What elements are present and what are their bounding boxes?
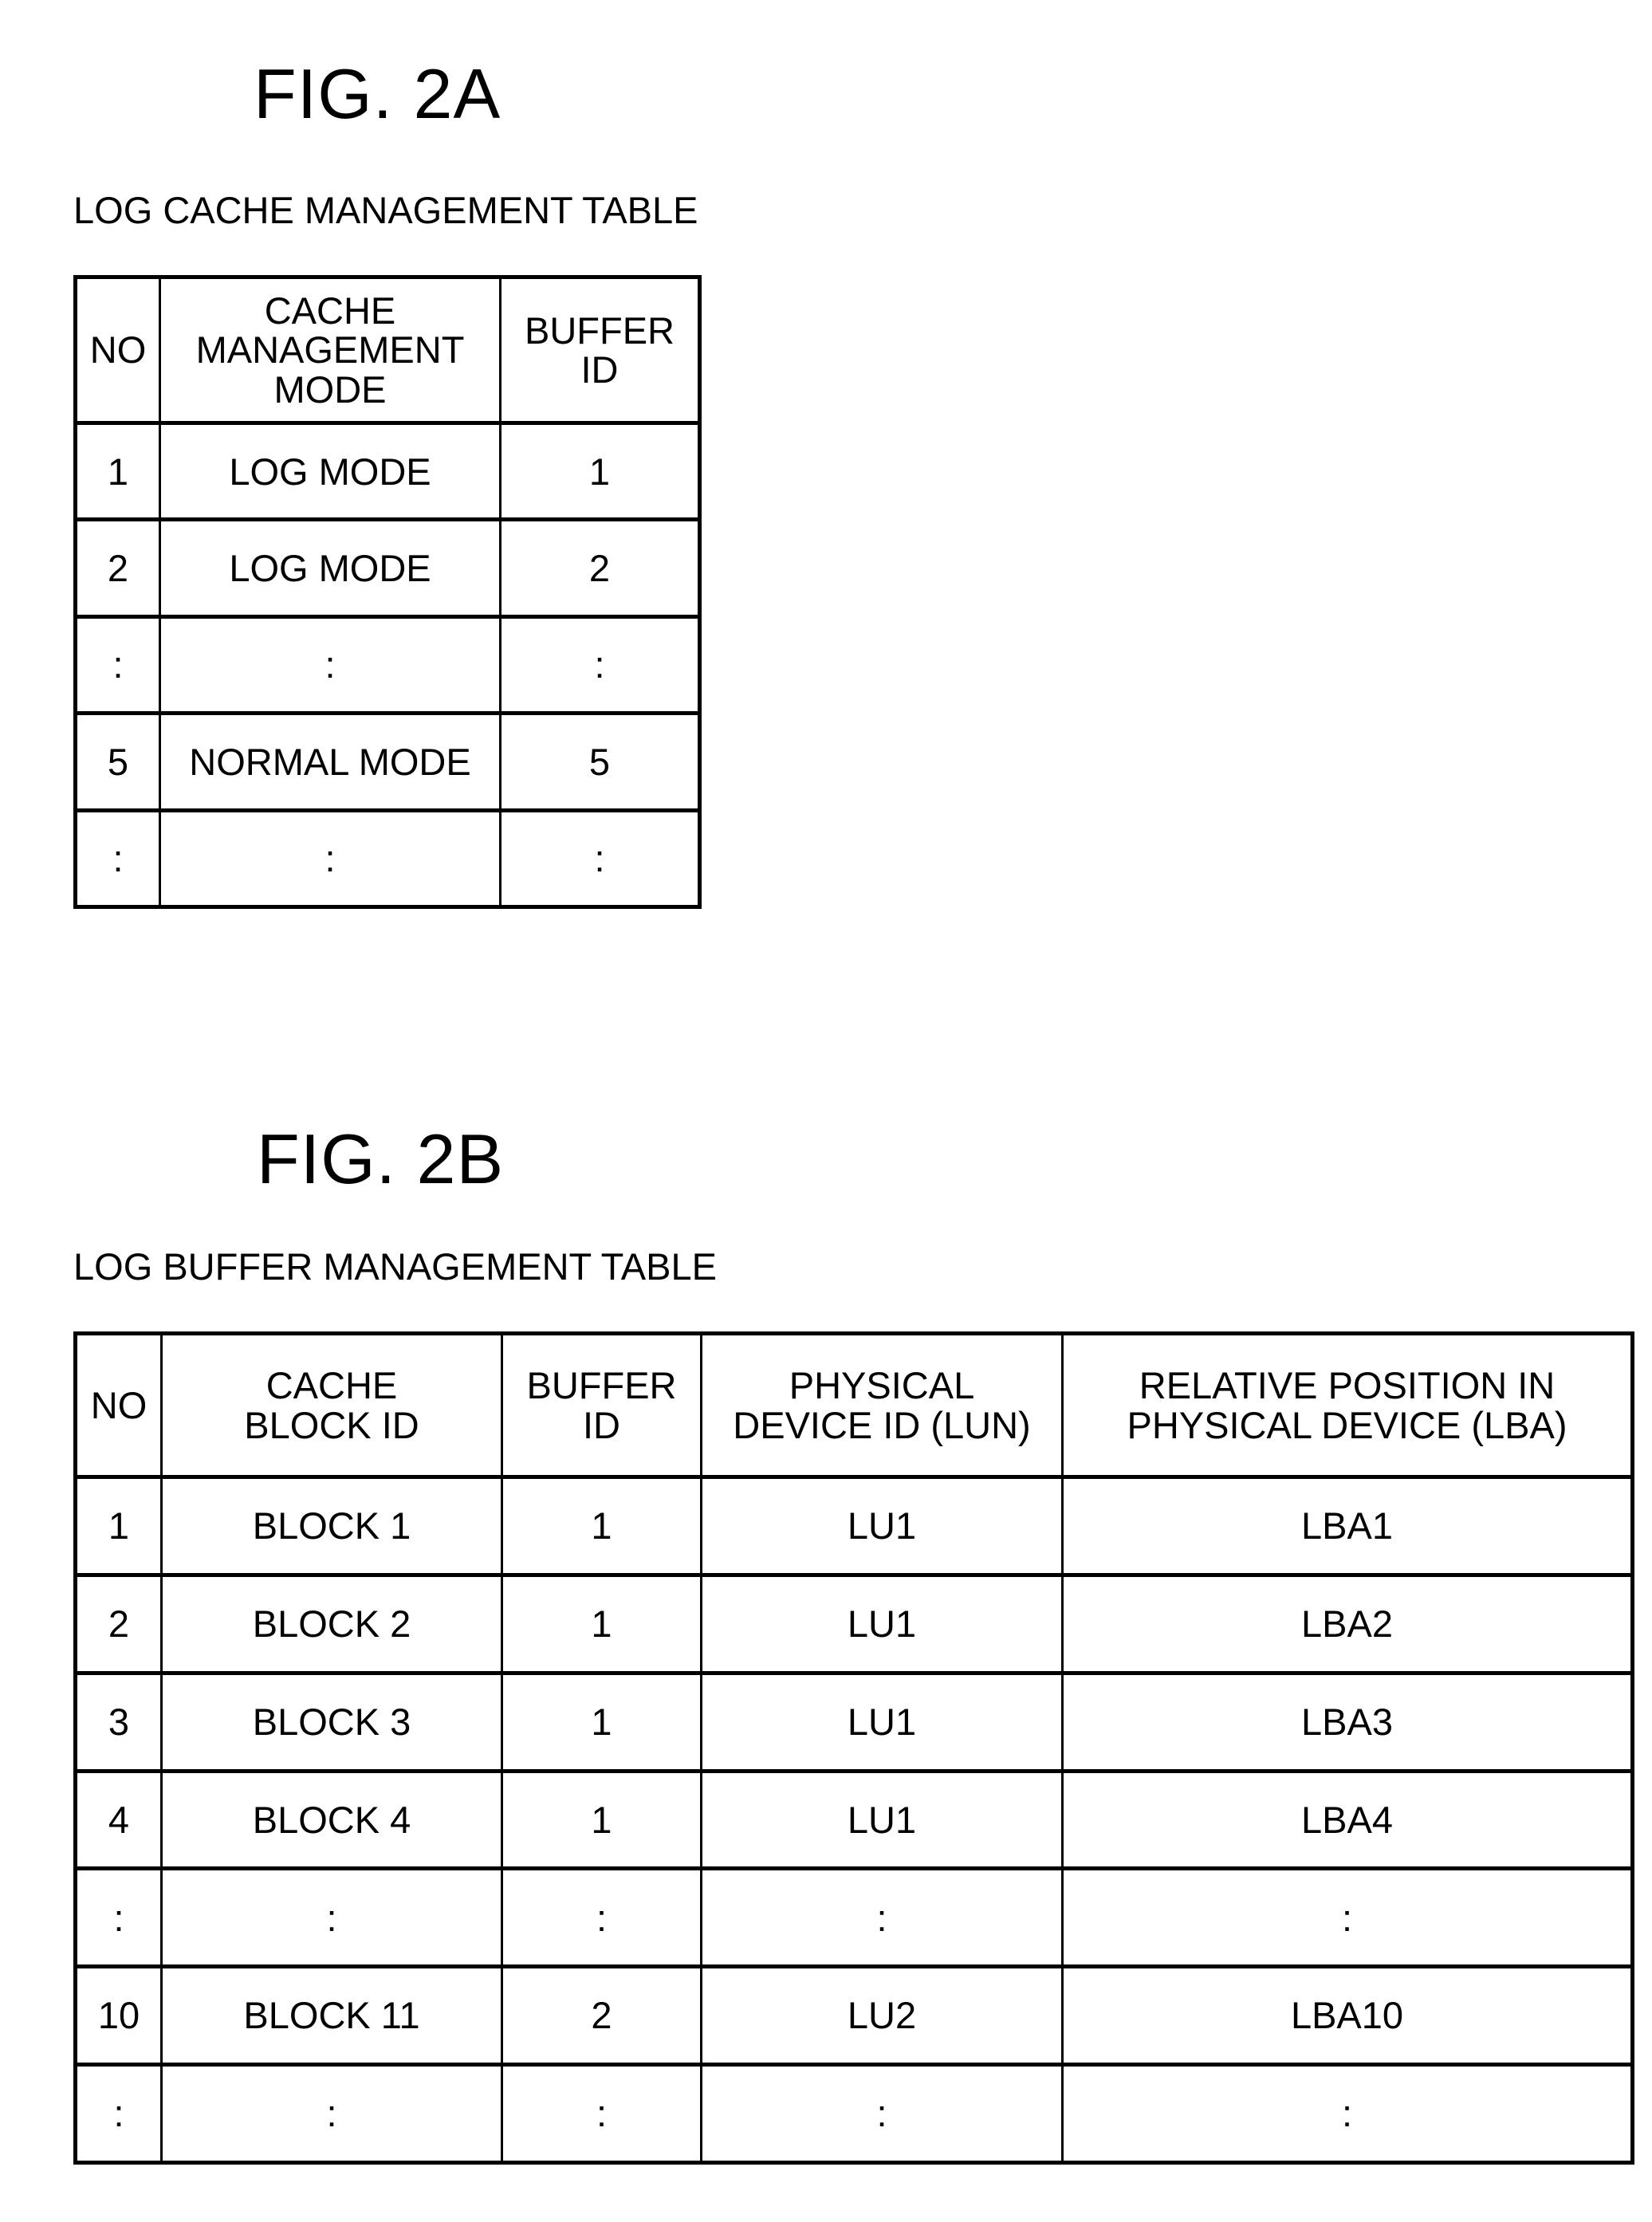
cell-no: 3 <box>74 1670 163 1772</box>
cell-buffer-id: : <box>501 1866 702 1968</box>
log-cache-management-table: NO CACHE MANAGEMENT MODE BUFFER ID 1 LOG MODE 1… <box>73 275 702 909</box>
figure-2a-title: FIG. 2A <box>254 54 502 133</box>
cell-cache-management-mode: LOG MODE <box>159 420 502 521</box>
cell-buffer-id: 1 <box>501 1768 702 1870</box>
cell-cache-management-mode: : <box>159 614 502 715</box>
table-row: 2 LOG MODE 2 <box>74 517 701 618</box>
header-no: NO <box>74 276 161 425</box>
header-cache-block-id-line: BLOCK ID <box>244 1403 419 1446</box>
cell-physical-device-id: LU1 <box>700 1768 1064 1870</box>
cell-no: 2 <box>74 1572 163 1674</box>
table-row: 2 BLOCK 2 1 LU1 LBA2 <box>74 1572 1634 1674</box>
header-physical-device-id-line: PHYSICAL <box>789 1364 975 1407</box>
table-row: ::: <box>74 614 701 715</box>
header-no-line: NO <box>89 328 147 372</box>
cell-no: 1 <box>74 1475 163 1576</box>
table-row: ::::: <box>74 2063 1634 2164</box>
cell-physical-device-id: LU2 <box>700 1964 1064 2067</box>
cell-no: : <box>74 2063 163 2164</box>
cell-cache-block-id: BLOCK 11 <box>160 1964 503 2067</box>
cell-cache-management-mode: NORMAL MODE <box>159 711 502 812</box>
header-relative-position-lba: RELATIVE POSITION IN PHYSICAL DEVICE (LBA… <box>1061 1332 1634 1479</box>
header-buffer-id-line: BUFFER <box>525 309 675 352</box>
cell-no: 10 <box>74 1964 163 2067</box>
table-row: 1 LOG MODE 1 <box>74 420 701 521</box>
cell-relative-position-lba: LBA1 <box>1061 1475 1634 1576</box>
cell-relative-position-lba: LBA2 <box>1061 1572 1634 1674</box>
table-row: ::: <box>74 808 701 909</box>
header-no: NO <box>74 1332 163 1479</box>
cell-no: 5 <box>74 711 161 812</box>
cell-cache-block-id: : <box>160 2063 503 2164</box>
cell-cache-management-mode: : <box>159 808 502 909</box>
header-buffer-id: BUFFER ID <box>501 1332 702 1479</box>
cell-cache-block-id: BLOCK 3 <box>160 1670 503 1772</box>
cell-no: : <box>74 614 161 715</box>
cell-relative-position-lba: LBA3 <box>1061 1670 1634 1772</box>
cell-physical-device-id: : <box>700 2063 1064 2164</box>
cell-buffer-id: : <box>499 614 701 715</box>
header-cache-block-id-line: CACHE <box>266 1364 398 1407</box>
header-cache-management-mode: CACHE MANAGEMENT MODE <box>159 276 502 425</box>
log-buffer-management-table: NO CACHE BLOCK ID BUFFER ID PHYSICAL DEVICE ID… <box>73 1331 1634 2165</box>
cell-buffer-id: : <box>501 2063 702 2164</box>
cell-relative-position-lba: : <box>1061 2063 1634 2164</box>
table-row: 4 BLOCK 4 1 LU1 LBA4 <box>74 1768 1634 1870</box>
header-buffer-id-line: BUFFER <box>526 1364 677 1407</box>
header-buffer-id-line: ID <box>583 1403 620 1446</box>
figure-2b-title: FIG. 2B <box>257 1119 505 1198</box>
cell-no: 1 <box>74 420 161 521</box>
cell-cache-block-id: BLOCK 2 <box>160 1572 503 1674</box>
cell-relative-position-lba: LBA10 <box>1061 1964 1634 2067</box>
header-relative-position-lba-line: RELATIVE POSITION IN <box>1139 1364 1556 1407</box>
header-cache-management-mode-line: MANAGEMENT <box>195 328 465 372</box>
cell-buffer-id: 2 <box>499 517 701 618</box>
cell-cache-block-id: BLOCK 1 <box>160 1475 503 1576</box>
table-row: 3 BLOCK 3 1 LU1 LBA3 <box>74 1670 1634 1772</box>
header-cache-management-mode-line: CACHE <box>264 289 396 332</box>
cell-no: 4 <box>74 1768 163 1870</box>
log-buffer-management-table-caption: LOG BUFFER MANAGEMENT TABLE <box>73 1245 717 1288</box>
cell-cache-block-id: BLOCK 4 <box>160 1768 503 1870</box>
table-header-row: NO CACHE MANAGEMENT MODE BUFFER ID <box>74 276 701 425</box>
cell-buffer-id: 1 <box>501 1670 702 1772</box>
cell-cache-block-id: : <box>160 1866 503 1968</box>
cell-physical-device-id: LU1 <box>700 1670 1064 1772</box>
header-cache-management-mode-line: MODE <box>273 368 387 411</box>
cell-buffer-id: 1 <box>499 420 701 521</box>
header-buffer-id-line: ID <box>580 348 619 391</box>
header-physical-device-id: PHYSICAL DEVICE ID (LUN) <box>700 1332 1064 1479</box>
table-row: 1 BLOCK 1 1 LU1 LBA1 <box>74 1475 1634 1576</box>
table-row: 5 NORMAL MODE 5 <box>74 711 701 812</box>
header-buffer-id: BUFFER ID <box>499 276 701 425</box>
cell-no: 2 <box>74 517 161 618</box>
table-header-row: NO CACHE BLOCK ID BUFFER ID PHYSICAL DEVICE ID… <box>74 1332 1634 1479</box>
cell-buffer-id: : <box>499 808 701 909</box>
cell-relative-position-lba: LBA4 <box>1061 1768 1634 1870</box>
header-physical-device-id-line: DEVICE ID (LUN) <box>733 1403 1031 1446</box>
cell-no: : <box>74 808 161 909</box>
header-no-line: NO <box>90 1383 148 1426</box>
cell-physical-device-id: LU1 <box>700 1572 1064 1674</box>
cell-buffer-id: 1 <box>501 1572 702 1674</box>
cell-physical-device-id: LU1 <box>700 1475 1064 1576</box>
table-row: ::::: <box>74 1866 1634 1968</box>
cell-buffer-id: 2 <box>501 1964 702 2067</box>
cell-no: : <box>74 1866 163 1968</box>
log-cache-management-table-caption: LOG CACHE MANAGEMENT TABLE <box>73 189 698 231</box>
header-cache-block-id: CACHE BLOCK ID <box>160 1332 503 1479</box>
cell-buffer-id: 1 <box>501 1475 702 1576</box>
table-row: 10 BLOCK 11 2 LU2 LBA10 <box>74 1964 1634 2067</box>
cell-relative-position-lba: : <box>1061 1866 1634 1968</box>
cell-buffer-id: 5 <box>499 711 701 812</box>
header-relative-position-lba-line: PHYSICAL DEVICE (LBA) <box>1127 1403 1567 1446</box>
cell-cache-management-mode: LOG MODE <box>159 517 502 618</box>
cell-physical-device-id: : <box>700 1866 1064 1968</box>
